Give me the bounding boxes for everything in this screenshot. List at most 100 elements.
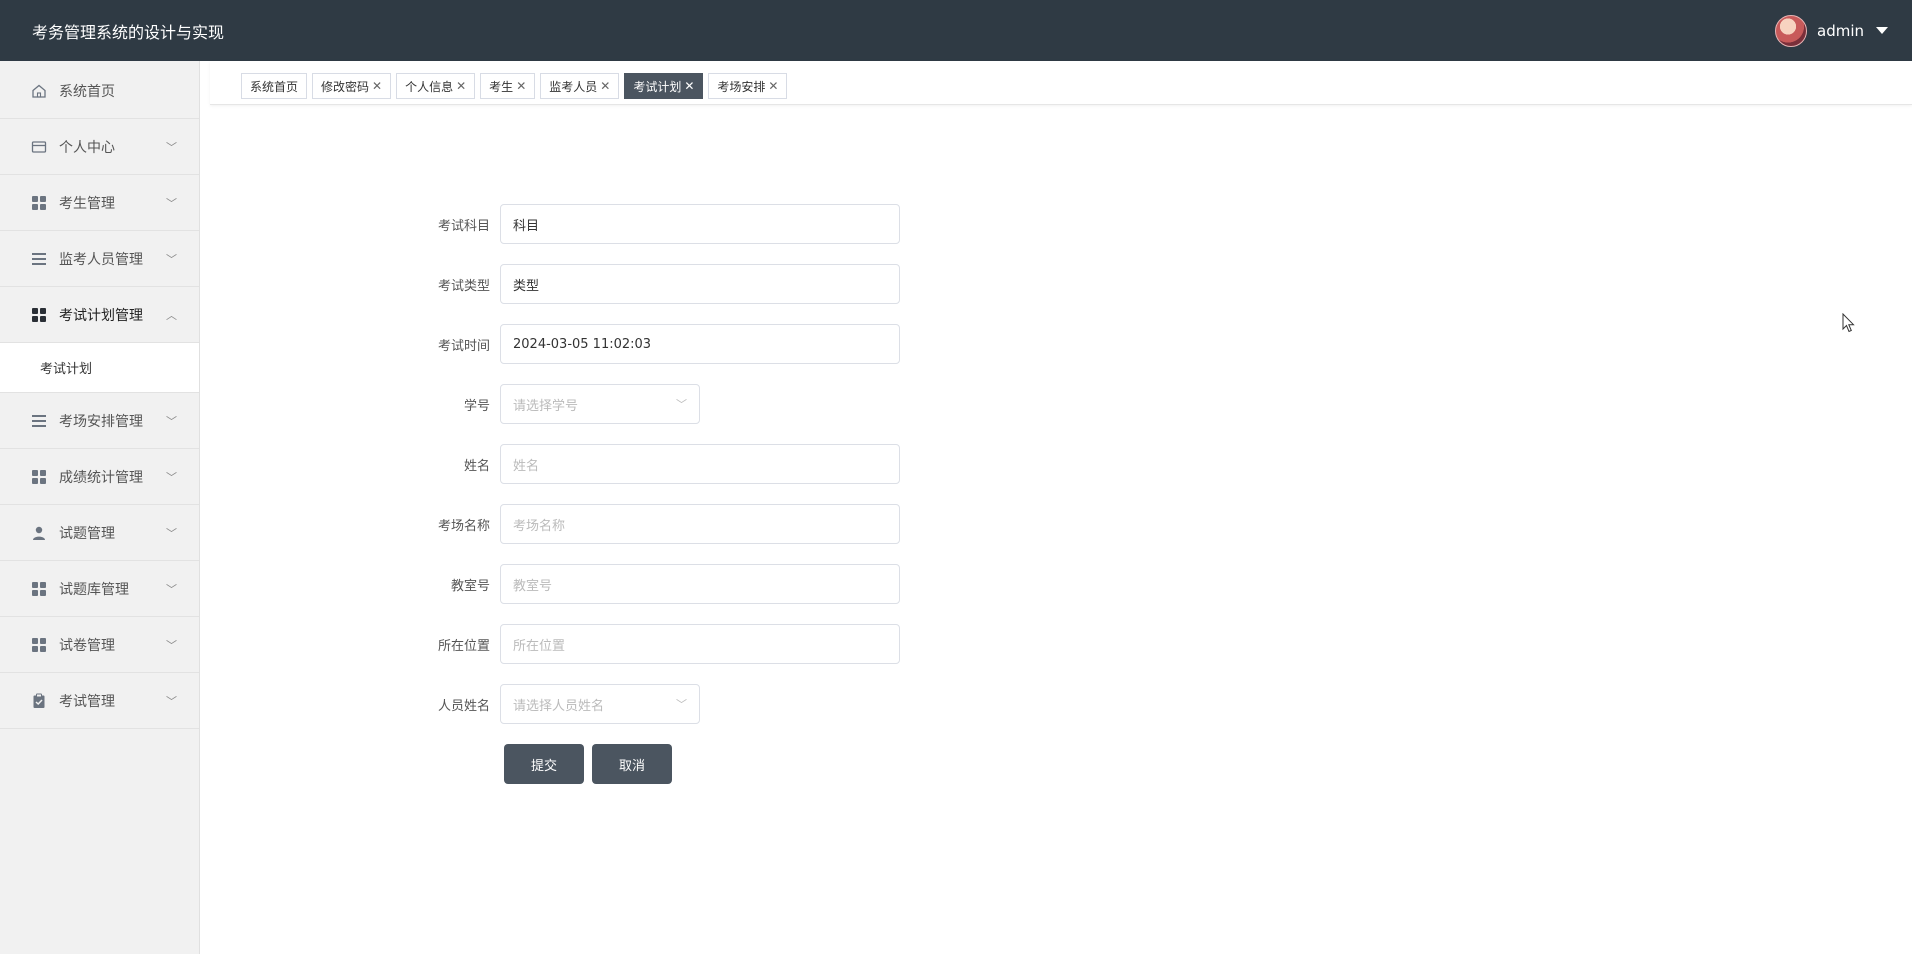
classroom-label: 教室号	[450, 578, 490, 594]
staff-name-placeholder: 请选择人员姓名	[513, 698, 605, 714]
caret-down-icon[interactable]	[1876, 27, 1888, 34]
username[interactable]: admin	[1817, 22, 1864, 40]
sidebar-item-label: 考生管理	[59, 195, 115, 212]
sidebar-item-label: 考试管理	[59, 693, 115, 710]
exam-plan-form: 考试科目 科目 考试类型 类型 考试时间 2024-03-05 11:02:03…	[420, 204, 900, 784]
sidebar-subitem-exam-plan[interactable]: 考试计划	[0, 343, 199, 393]
type-label: 考试类型	[437, 278, 490, 294]
chevron-down-icon: ﹀	[166, 694, 177, 708]
sidebar-item-personal-center[interactable]: 个人中心 ﹀	[0, 119, 199, 175]
close-icon[interactable]: ✕	[600, 79, 610, 93]
home-icon	[31, 83, 47, 99]
tab-label: 修改密码	[321, 79, 370, 94]
sidebar-item-home[interactable]: 系统首页	[0, 63, 199, 119]
form-row-student-no: 学号 请选择学号 ﹀	[420, 384, 900, 424]
close-icon[interactable]: ✕	[684, 79, 694, 93]
user-menu[interactable]: admin	[1775, 14, 1888, 47]
sidebar-item-exam-plan[interactable]: 考试计划管理 ︿	[0, 287, 199, 343]
close-icon[interactable]: ✕	[768, 79, 778, 93]
sidebar-item-score-stats[interactable]: 成绩统计管理 ﹀	[0, 449, 199, 505]
chevron-down-icon: ﹀	[166, 196, 177, 210]
location-label: 所在位置	[437, 638, 490, 654]
tab-label: 系统首页	[250, 79, 299, 94]
form-row-room-name: 考场名称 考场名称	[420, 504, 900, 544]
type-input[interactable]: 类型	[500, 264, 900, 304]
app-title: 考务管理系统的设计与实现	[32, 22, 225, 42]
form-actions: 提交 取消	[504, 744, 900, 784]
form-row-type: 考试类型 类型	[420, 264, 900, 304]
name-input[interactable]: 姓名	[500, 444, 900, 484]
close-icon[interactable]: ✕	[516, 79, 526, 93]
close-icon[interactable]: ✕	[372, 79, 382, 93]
chevron-down-icon: ﹀	[166, 582, 177, 596]
student-no-select[interactable]: 请选择学号 ﹀	[500, 384, 700, 424]
sidebar-item-candidates[interactable]: 考生管理 ﹀	[0, 175, 199, 231]
grid-icon	[31, 637, 47, 653]
sidebar-item-label: 试题库管理	[59, 581, 129, 598]
time-label: 考试时间	[437, 338, 490, 354]
sidebar-item-papers[interactable]: 试卷管理 ﹀	[0, 617, 199, 673]
subject-label: 考试科目	[437, 218, 490, 234]
top-header: 考务管理系统的设计与实现 admin	[0, 0, 1912, 61]
chevron-down-icon: ﹀	[166, 252, 177, 266]
tab-label: 考生	[489, 79, 514, 94]
clipboard-icon	[31, 693, 47, 709]
tab-label: 考试计划	[633, 79, 682, 94]
tab-bar: 系统首页 修改密码 ✕ 个人信息 ✕ 考生 ✕ 监考人员 ✕ 考试计划 ✕ 考场…	[210, 61, 1912, 105]
tab-invigilator[interactable]: 监考人员 ✕	[540, 73, 620, 99]
chevron-down-icon: ﹀	[166, 414, 177, 428]
form-row-time: 考试时间 2024-03-05 11:02:03	[420, 324, 900, 364]
tab-change-password[interactable]: 修改密码 ✕	[312, 73, 392, 99]
tab-exam-plan[interactable]: 考试计划 ✕	[624, 73, 704, 99]
staff-name-label: 人员姓名	[437, 698, 490, 714]
classroom-input[interactable]: 教室号	[500, 564, 900, 604]
user-icon	[31, 525, 47, 541]
grid-icon	[31, 195, 47, 211]
chevron-down-icon: ﹀	[166, 526, 177, 540]
sidebar-item-label: 考试计划管理	[59, 307, 143, 324]
sidebar-item-exams[interactable]: 考试管理 ﹀	[0, 673, 199, 729]
tab-exam-room-arrangement[interactable]: 考场安排 ✕	[708, 73, 788, 99]
room-name-input[interactable]: 考场名称	[500, 504, 900, 544]
sidebar-item-question-bank[interactable]: 试题库管理 ﹀	[0, 561, 199, 617]
sidebar-item-label: 试卷管理	[59, 637, 115, 654]
wallet-icon	[31, 139, 47, 155]
staff-name-select[interactable]: 请选择人员姓名 ﹀	[500, 684, 700, 724]
list-icon	[31, 251, 47, 267]
name-label: 姓名	[463, 458, 490, 474]
close-icon[interactable]: ✕	[456, 79, 466, 93]
sidebar: 系统首页 个人中心 ﹀ 考生管理 ﹀ 监考人员管理 ﹀ 考试计划管理 ︿ 考试计…	[0, 61, 200, 954]
list-icon	[31, 413, 47, 429]
mouse-cursor-icon	[1842, 313, 1855, 333]
form-row-subject: 考试科目 科目	[420, 204, 900, 244]
chevron-down-icon: ﹀	[166, 470, 177, 484]
sidebar-item-label: 系统首页	[59, 83, 115, 100]
chevron-down-icon: ﹀	[676, 398, 687, 411]
cancel-button[interactable]: 取消	[592, 744, 672, 784]
tab-personal-info[interactable]: 个人信息 ✕	[396, 73, 476, 99]
sidebar-item-invigilators[interactable]: 监考人员管理 ﹀	[0, 231, 199, 287]
form-row-name: 姓名 姓名	[420, 444, 900, 484]
time-input[interactable]: 2024-03-05 11:02:03	[500, 324, 900, 364]
sidebar-item-label: 成绩统计管理	[59, 469, 143, 486]
tab-label: 个人信息	[405, 79, 454, 94]
tab-label: 监考人员	[549, 79, 598, 94]
student-no-label: 学号	[463, 398, 490, 414]
form-row-location: 所在位置 所在位置	[420, 624, 900, 664]
tab-candidate[interactable]: 考生 ✕	[480, 73, 536, 99]
grid-icon	[31, 307, 47, 323]
sidebar-item-questions[interactable]: 试题管理 ﹀	[0, 505, 199, 561]
room-name-label: 考场名称	[437, 518, 490, 534]
grid-icon	[31, 581, 47, 597]
student-no-placeholder: 请选择学号	[513, 398, 579, 414]
sidebar-item-exam-room-arrangement[interactable]: 考场安排管理 ﹀	[0, 393, 199, 449]
avatar[interactable]	[1775, 14, 1807, 47]
tab-home[interactable]: 系统首页	[241, 73, 308, 99]
subject-input[interactable]: 科目	[500, 204, 900, 244]
sidebar-item-label: 试题管理	[59, 525, 115, 542]
submit-button[interactable]: 提交	[504, 744, 584, 784]
chevron-down-icon: ﹀	[166, 140, 177, 154]
sidebar-item-label: 个人中心	[59, 139, 115, 156]
chevron-up-icon: ︿	[166, 308, 177, 322]
location-input[interactable]: 所在位置	[500, 624, 900, 664]
